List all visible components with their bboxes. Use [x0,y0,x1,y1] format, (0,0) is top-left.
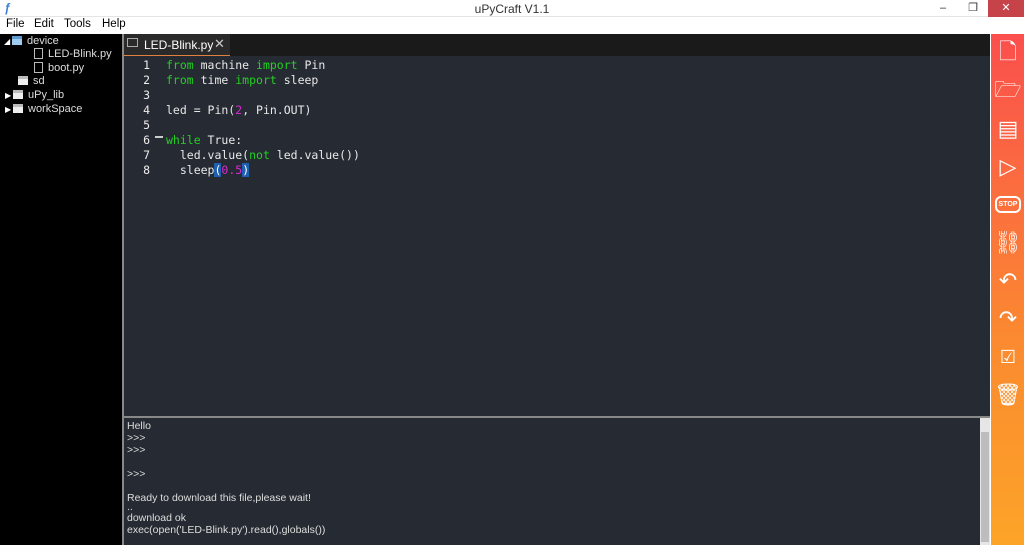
code-line: sleep(0.5) [166,163,250,177]
syntax-check-icon[interactable]: ☑ [993,342,1023,372]
code-line: led = Pin(2, Pin.OUT) [166,103,312,117]
menu-help[interactable]: Help [102,18,126,30]
clear-trash-icon[interactable]: 🗑 [993,380,1023,410]
new-file-icon[interactable]: 🗋 [993,37,1023,67]
file-icon [34,48,43,59]
console-line: download ok [127,512,186,524]
line-number: 3 [143,88,150,102]
console-line: Hello [127,420,151,432]
folder-icon [12,36,22,45]
folder-icon [18,76,28,85]
console-line: exec(open('LED-Blink.py').read(),globals… [127,524,326,536]
menu-file[interactable]: File [6,18,25,30]
line-number: 6 [143,133,150,147]
console-line: >>> [127,432,146,444]
tree-item-device[interactable]: ◢ device [4,35,59,49]
tab-led-blink[interactable]: LED-Blink.py ✕ [124,34,230,56]
open-file-icon[interactable]: 🗁 [993,75,1023,105]
undo-icon[interactable]: ↶ [993,266,1023,296]
console-line: >>> [127,468,146,480]
console-line: .. [127,501,133,513]
console-scrollbar[interactable] [980,418,990,545]
title-bar: ƒ uPyCraft V1.1 – ❐ ✕ [0,0,1024,17]
fold-marker-icon[interactable] [155,136,163,138]
collapsed-arrow-icon[interactable]: ▶ [5,105,13,114]
line-number: 5 [143,118,150,132]
line-number: 4 [143,103,150,117]
folder-icon [13,104,23,113]
save-icon[interactable]: ▤ [993,114,1023,144]
code-editor[interactable]: 1 2 3 4 5 6 7 8 from machine import Pin … [124,56,990,416]
run-icon[interactable]: ▷ [993,152,1023,182]
tree-item-sd[interactable]: sd [18,75,45,89]
line-number: 8 [143,163,150,177]
side-toolbar: 🗋 🗁 ▤ ▷ STOP ⛓ ↶ ↷ ☑ 🗑 [991,34,1024,545]
tab-close-icon[interactable]: ✕ [214,36,225,52]
console-line: Ready to download this file,please wait! [127,492,311,504]
code-line: led.value(not led.value()) [166,148,360,162]
stop-icon[interactable]: STOP [993,190,1023,220]
restore-button[interactable]: ❐ [960,0,986,17]
tab-bar: LED-Blink.py ✕ [124,34,990,56]
console-line: >>> [127,444,146,456]
line-number: 2 [143,73,150,87]
minimize-button[interactable]: – [930,0,956,17]
tree-item-led-blink[interactable]: LED-Blink.py [34,48,112,62]
redo-icon[interactable]: ↷ [993,304,1023,334]
monitor-icon [127,38,138,47]
tree-item-boot[interactable]: boot.py [34,62,84,76]
folder-icon [13,90,23,99]
code-line: from time import sleep [166,73,319,87]
menu-edit[interactable]: Edit [34,18,54,30]
tree-item-upy-lib[interactable]: ▶ uPy_lib [5,89,64,103]
line-number: 7 [143,148,150,162]
tree-item-workspace[interactable]: ▶ workSpace [5,103,82,117]
line-number: 1 [143,58,150,72]
window-title: uPyCraft V1.1 [474,2,550,16]
terminal-console[interactable]: Hello >>> >>> >>> Ready to download this… [124,418,980,545]
close-button[interactable]: ✕ [988,0,1024,17]
code-line: from machine import Pin [166,58,326,72]
menu-bar: File Edit Tools Help [0,17,1024,34]
expanded-arrow-icon[interactable]: ◢ [4,37,12,46]
file-icon [34,62,43,73]
code-line: while True: [166,133,243,147]
collapsed-arrow-icon[interactable]: ▶ [5,91,13,100]
connect-link-icon[interactable]: ⛓ [993,228,1023,258]
file-tree: ◢ device LED-Blink.py boot.py sd ▶ uPy_lib… [0,34,122,545]
scrollbar-thumb[interactable] [981,432,989,542]
menu-tools[interactable]: Tools [64,18,91,30]
